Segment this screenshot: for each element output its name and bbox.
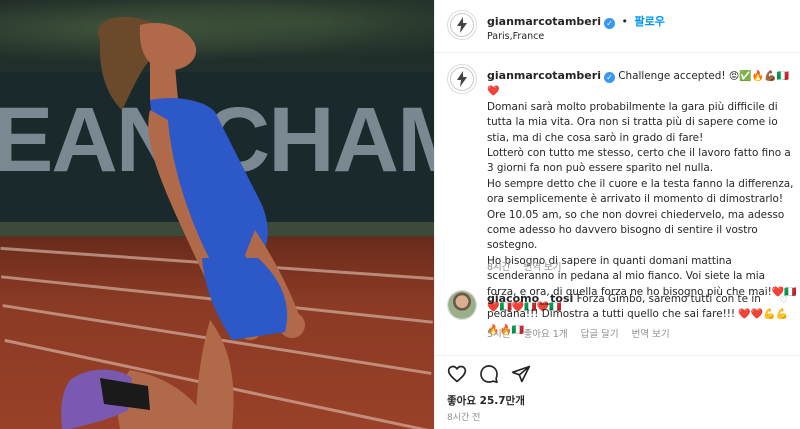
- comment-icon[interactable]: [479, 364, 499, 384]
- post-header: gianmarcotamberi ✓ • 팔로우 Paris,France: [435, 0, 800, 52]
- caption-first-line: gianmarcotamberi ✓ Challenge accepted! 😡✅…: [487, 68, 797, 100]
- author-username[interactable]: gianmarcotamberi: [487, 15, 601, 28]
- author-avatar[interactable]: [447, 10, 477, 40]
- caption-paragraph: Ore 10.05 am, so che non dovrei chiederv…: [487, 208, 785, 252]
- post-time-ago[interactable]: 8시간 전: [447, 410, 480, 423]
- verified-badge-icon: ✓: [603, 18, 615, 29]
- likes-count[interactable]: 좋아요 25.7만개: [447, 393, 525, 408]
- post-location[interactable]: Paris,France: [487, 31, 544, 42]
- caption-headline: Challenge accepted!: [618, 70, 726, 82]
- comment-reply-link[interactable]: 답글 달기: [581, 329, 619, 340]
- comment-like-heart-icon[interactable]: ♡: [780, 296, 788, 306]
- post-actions-bar: [435, 355, 800, 389]
- lightning-icon: [457, 17, 467, 33]
- caption-paragraph: Domani sarà molto probabilmente la gara …: [487, 100, 778, 144]
- post-photo[interactable]: EAN CHAMPION: [0, 0, 434, 429]
- verified-badge-icon: ✓: [603, 72, 615, 83]
- commenter-avatar[interactable]: [447, 290, 477, 320]
- comment-time[interactable]: 5시간: [487, 329, 511, 340]
- caption-username[interactable]: gianmarcotamberi: [487, 69, 601, 82]
- commenter-username[interactable]: giacomo__tosi: [487, 292, 573, 305]
- share-icon[interactable]: [511, 364, 531, 384]
- lightning-icon: [457, 71, 467, 87]
- header-title-line: gianmarcotamberi ✓ • 팔로우: [487, 13, 665, 29]
- follow-button[interactable]: 팔로우: [634, 15, 664, 28]
- caption-paragraph: Ho sempre detto che il cuore e la testa …: [487, 177, 794, 206]
- post-side-panel: gianmarcotamberi ✓ • 팔로우 Paris,France gia…: [434, 0, 800, 429]
- caption-meta: 8시간 번역 보기: [487, 259, 572, 273]
- heart-icon[interactable]: [447, 364, 467, 384]
- caption-avatar-image: [450, 67, 474, 91]
- caption-translate-link[interactable]: 번역 보기: [524, 262, 562, 273]
- dot-separator: •: [621, 15, 628, 28]
- caption-time[interactable]: 8시간: [487, 262, 511, 273]
- commenter-avatar-image: [448, 291, 476, 319]
- post-caption: gianmarcotamberi ✓ Challenge accepted! 😡✅…: [487, 68, 797, 316]
- header-divider: [435, 52, 800, 53]
- caption-paragraph: Lotterò con tutto me stesso, certo che i…: [487, 147, 791, 175]
- comment-likes-count[interactable]: 좋아요 1개: [524, 329, 568, 340]
- caption-author-avatar[interactable]: [447, 64, 477, 94]
- athlete-figure: [61, 16, 305, 429]
- comment-translate-link[interactable]: 번역 보기: [632, 329, 670, 340]
- author-avatar-image: [450, 13, 474, 37]
- comment-meta: 5시간 좋아요 1개 답글 달기 번역 보기: [487, 326, 680, 340]
